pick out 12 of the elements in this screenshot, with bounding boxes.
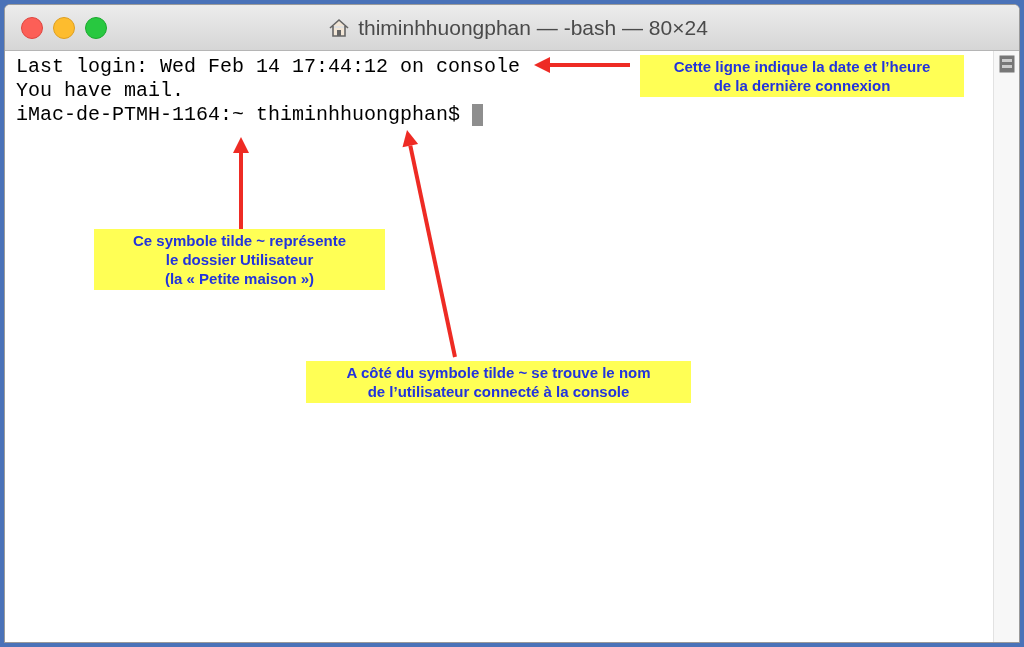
- callout-note: Ce symbole tilde ~ représente le dossier Utilisateur (la « Petite maison »): [94, 229, 385, 290]
- close-button[interactable]: [21, 16, 43, 39]
- terminal-line: iMac-de-PTMH-1164:~ thiminhhuongphan$: [16, 103, 462, 127]
- home-icon: [328, 17, 351, 38]
- split-view-icon[interactable]: [998, 55, 1015, 73]
- zoom-button[interactable]: [85, 16, 107, 39]
- minimize-button[interactable]: [53, 16, 75, 39]
- callout-note: Cette ligne indique la date et l’heure de la dernière connexion: [640, 55, 964, 97]
- terminal-line: Last login: Wed Feb 14 17:44:12 on console: [16, 55, 521, 79]
- window-title: thiminhhuongphan — -bash — 80×24: [358, 14, 708, 41]
- callout-note: A côté du symbole tilde ~ se trouve le nom de l’utilisateur connecté à la console: [306, 361, 691, 403]
- terminal-line: You have mail.: [16, 79, 185, 103]
